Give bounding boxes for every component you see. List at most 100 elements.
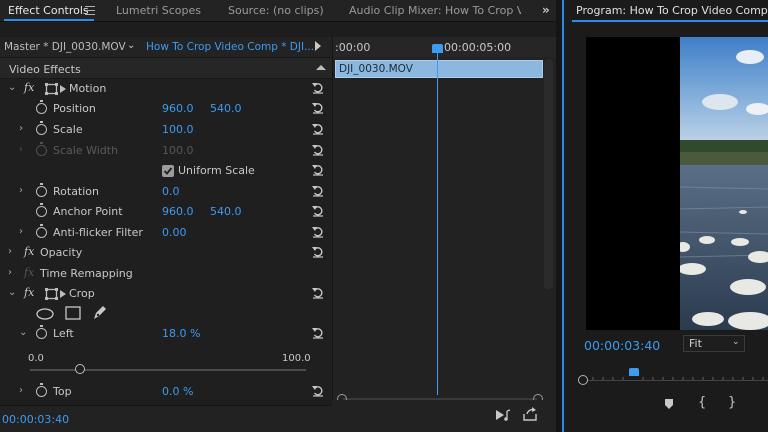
effect-controls-panel: Video Effects ⌄ fx Motion Position 960.0… bbox=[0, 58, 332, 400]
chevron-down-icon[interactable]: ⌄ bbox=[8, 287, 16, 298]
reset-icon[interactable] bbox=[312, 82, 324, 94]
chevron-down-icon[interactable]: ⌄ bbox=[19, 327, 27, 338]
video-frame-image bbox=[680, 37, 768, 330]
stopwatch-icon[interactable] bbox=[36, 224, 47, 238]
reset-icon[interactable] bbox=[312, 385, 324, 397]
effect-controls-timeline: :00:00 00:00:05:00 DJI_0030.MOV bbox=[332, 37, 557, 409]
transform-handle-icon[interactable] bbox=[45, 83, 67, 95]
reset-icon[interactable] bbox=[312, 123, 324, 135]
timeline-ruler[interactable]: :00:00 00:00:05:00 bbox=[333, 37, 557, 57]
property-row-rotation: › Rotation 0.0 bbox=[0, 182, 332, 202]
stopwatch-icon[interactable] bbox=[36, 121, 47, 135]
crop-left-range-row: 0.0 100.0 bbox=[0, 350, 332, 370]
mark-out-icon[interactable]: } bbox=[728, 395, 736, 410]
add-marker-icon[interactable] bbox=[664, 398, 674, 410]
timeline-bottom-bar bbox=[332, 400, 556, 432]
chevron-right-icon[interactable]: › bbox=[19, 226, 23, 237]
reset-icon[interactable] bbox=[312, 246, 324, 258]
uniform-scale-checkbox[interactable] bbox=[162, 165, 174, 177]
tab-source[interactable]: Source: (no clips) bbox=[228, 4, 324, 17]
zoom-level-value: Fit bbox=[689, 337, 702, 350]
time-remapping-label: Time Remapping bbox=[40, 267, 133, 280]
program-time-ruler[interactable] bbox=[578, 368, 768, 385]
timeline-clip[interactable]: DJI_0030.MOV bbox=[335, 60, 543, 78]
tab-lumetri-scopes[interactable]: Lumetri Scopes bbox=[116, 4, 201, 17]
playhead-line[interactable] bbox=[437, 45, 438, 395]
tab-audio-clip-mixer[interactable]: Audio Clip Mixer: How To Crop Video bbox=[349, 4, 521, 17]
fx-icon[interactable]: fx bbox=[24, 286, 34, 299]
anchor-x-value[interactable]: 960.0 bbox=[162, 205, 194, 218]
clip-selector-row: Master * DJI_0030.MOV ⌄ How To Crop Vide… bbox=[0, 37, 332, 58]
fx-icon[interactable]: fx bbox=[24, 245, 34, 258]
effect-row-opacity[interactable]: › fx Opacity bbox=[0, 243, 332, 263]
master-clip-label[interactable]: Master * DJI_0030.MOV bbox=[4, 41, 126, 53]
reset-icon[interactable] bbox=[312, 164, 324, 176]
ellipse-mask-icon[interactable] bbox=[36, 308, 54, 320]
tab-overflow-icon[interactable]: » bbox=[542, 3, 550, 17]
current-timecode[interactable]: 00:00:03:40 bbox=[2, 413, 69, 426]
position-y-value[interactable]: 540.0 bbox=[210, 102, 242, 115]
rotation-value[interactable]: 0.0 bbox=[162, 185, 180, 198]
effect-row-motion[interactable]: ⌄ fx Motion bbox=[0, 79, 332, 99]
chevron-right-icon[interactable]: › bbox=[19, 385, 23, 396]
reset-icon[interactable] bbox=[312, 327, 324, 339]
fx-icon: fx bbox=[24, 266, 35, 279]
panel-tab-bar: Effect Controls Lumetri Scopes Source: (… bbox=[0, 0, 558, 22]
cropped-black-area bbox=[586, 37, 682, 330]
reset-icon[interactable] bbox=[312, 287, 324, 299]
show-timeline-icon[interactable] bbox=[315, 41, 321, 51]
motion-label: Motion bbox=[69, 82, 107, 95]
pen-mask-icon[interactable] bbox=[92, 305, 107, 321]
transform-handle-icon[interactable] bbox=[45, 288, 67, 300]
ruler-ticks bbox=[592, 377, 764, 380]
collapse-up-icon[interactable] bbox=[316, 65, 326, 70]
zoom-level-dropdown[interactable]: Fit ⌄ bbox=[683, 335, 745, 352]
chevron-down-icon[interactable]: ⌄ bbox=[8, 82, 16, 93]
chevron-right-icon[interactable]: › bbox=[8, 246, 12, 257]
clip-name: DJI_0030.MOV bbox=[339, 63, 413, 75]
chevron-down-icon[interactable]: ⌄ bbox=[127, 40, 135, 51]
mark-in-icon[interactable]: { bbox=[698, 395, 706, 410]
anchor-y-value[interactable]: 540.0 bbox=[210, 205, 242, 218]
chevron-right-icon[interactable]: › bbox=[19, 185, 23, 196]
program-monitor-title[interactable]: Program: How To Crop Video Comp bbox=[576, 4, 768, 17]
position-x-value[interactable]: 960.0 bbox=[162, 102, 194, 115]
play-audio-icon[interactable] bbox=[495, 408, 511, 422]
effect-row-time-remapping[interactable]: › fx Time Remapping bbox=[0, 264, 332, 284]
crop-top-value[interactable]: 0.0 % bbox=[162, 385, 193, 398]
crop-left-slider-track[interactable] bbox=[30, 369, 306, 371]
reset-icon[interactable] bbox=[312, 226, 324, 238]
anti-flicker-value[interactable]: 0.00 bbox=[162, 226, 187, 239]
reset-icon[interactable] bbox=[312, 185, 324, 197]
effect-row-crop[interactable]: ⌄ fx Crop bbox=[0, 284, 332, 304]
program-video-frame[interactable] bbox=[680, 37, 768, 330]
reset-icon[interactable] bbox=[312, 102, 324, 114]
sequence-clip-label[interactable]: How To Crop Video Comp * DJI... bbox=[146, 41, 314, 53]
property-row-uniform-scale: Uniform Scale bbox=[0, 161, 332, 181]
reset-icon[interactable] bbox=[312, 144, 324, 156]
position-label: Position bbox=[53, 102, 96, 115]
stopwatch-icon[interactable] bbox=[36, 203, 47, 217]
stopwatch-icon[interactable] bbox=[36, 100, 47, 114]
program-timecode[interactable]: 00:00:03:40 bbox=[584, 338, 660, 353]
stopwatch-icon[interactable] bbox=[36, 325, 47, 339]
stopwatch-icon[interactable] bbox=[36, 383, 47, 397]
scale-value[interactable]: 100.0 bbox=[162, 123, 194, 136]
playhead-handle[interactable] bbox=[432, 44, 443, 53]
tab-effect-controls[interactable]: Effect Controls bbox=[8, 4, 89, 17]
crop-left-slider-thumb[interactable] bbox=[74, 364, 85, 374]
program-playhead[interactable] bbox=[629, 368, 639, 376]
fx-icon[interactable]: fx bbox=[24, 81, 34, 94]
reset-icon[interactable] bbox=[312, 205, 324, 217]
stopwatch-icon[interactable] bbox=[36, 183, 47, 197]
crop-left-value[interactable]: 18.0 % bbox=[162, 327, 200, 340]
chevron-right-icon[interactable]: › bbox=[19, 123, 23, 134]
panel-menu-icon[interactable] bbox=[85, 6, 95, 15]
ruler-zoom-handle[interactable] bbox=[578, 375, 588, 385]
scale-width-value: 100.0 bbox=[162, 144, 194, 157]
property-row-crop-top: › Top 0.0 % bbox=[0, 382, 332, 402]
timeline-vertical-scrollbar[interactable] bbox=[544, 59, 553, 289]
rectangle-mask-icon[interactable] bbox=[65, 306, 81, 320]
chevron-right-icon[interactable]: › bbox=[8, 267, 12, 278]
export-frame-icon[interactable] bbox=[522, 407, 538, 422]
